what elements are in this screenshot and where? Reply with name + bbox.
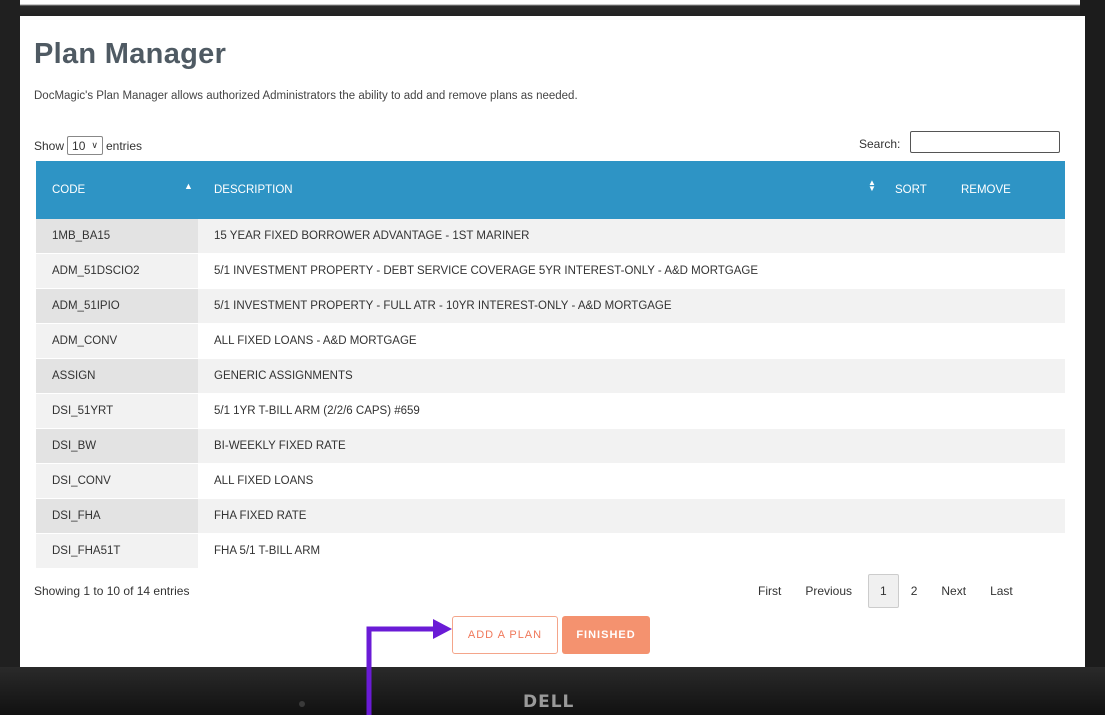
table-row[interactable]: DSI_BW BI-WEEKLY FIXED RATE: [36, 429, 1065, 464]
cell-code: ASSIGN: [36, 359, 198, 393]
plans-table: CODE ▲ DESCRIPTION ▲ ▼ SORT REMOVE 1MB_BA…: [36, 161, 1065, 569]
last-page-button[interactable]: Last: [978, 575, 1025, 607]
table-row[interactable]: DSI_FHA FHA FIXED RATE: [36, 499, 1065, 534]
cell-code: DSI_CONV: [36, 464, 198, 498]
pagination: First Previous 1 2 Next Last: [746, 574, 1025, 608]
table-header: CODE ▲ DESCRIPTION ▲ ▼ SORT REMOVE: [36, 161, 1065, 219]
search-input[interactable]: [910, 131, 1060, 153]
screen: Plan Manager DocMagic's Plan Manager all…: [20, 16, 1085, 667]
dell-logo: DELL: [523, 692, 575, 712]
laptop-bezel-top: [0, 0, 1105, 16]
table-info: Showing 1 to 10 of 14 entries: [34, 584, 190, 598]
table-body: 1MB_BA15 15 YEAR FIXED BORROWER ADVANTAGE…: [36, 219, 1065, 569]
cell-description: FHA 5/1 T-BILL ARM: [214, 545, 321, 557]
page-title: Plan Manager: [34, 38, 227, 70]
header-sort[interactable]: SORT: [895, 184, 927, 196]
cell-code: DSI_FHA: [36, 499, 198, 533]
cell-description: BI-WEEKLY FIXED RATE: [214, 440, 346, 452]
table-row[interactable]: DSI_FHA51T FHA 5/1 T-BILL ARM: [36, 534, 1065, 569]
page-subtitle: DocMagic's Plan Manager allows authorize…: [34, 90, 578, 102]
webcam: [299, 701, 305, 707]
cell-description: ALL FIXED LOANS - A&D MORTGAGE: [214, 335, 417, 347]
page-button-1[interactable]: 1: [868, 574, 899, 608]
cell-description: GENERIC ASSIGNMENTS: [214, 370, 353, 382]
first-page-button[interactable]: First: [746, 575, 793, 607]
cell-description: 15 YEAR FIXED BORROWER ADVANTAGE - 1ST M…: [214, 230, 530, 242]
length-control: Show 10 ∨ entries: [34, 136, 142, 155]
cell-code: DSI_FHA51T: [36, 534, 198, 568]
table-row[interactable]: ADM_51IPIO 5/1 INVESTMENT PROPERTY - FULL…: [36, 289, 1065, 324]
table-row[interactable]: ASSIGN GENERIC ASSIGNMENTS: [36, 359, 1065, 394]
entries-select[interactable]: 10 ∨: [67, 136, 103, 155]
cell-code: DSI_51YRT: [36, 394, 198, 428]
entries-select-value: 10: [72, 138, 86, 153]
cell-description: 5/1 INVESTMENT PROPERTY - DEBT SERVICE C…: [214, 265, 759, 277]
page-button-2[interactable]: 2: [899, 575, 930, 607]
add-plan-button[interactable]: ADD A PLAN: [452, 616, 558, 654]
header-description[interactable]: DESCRIPTION: [214, 184, 293, 196]
cell-code: ADM_CONV: [36, 324, 198, 358]
previous-page-button[interactable]: Previous: [793, 575, 864, 607]
laptop-bezel-left: [0, 0, 20, 715]
table-row[interactable]: ADM_CONV ALL FIXED LOANS - A&D MORTGAGE: [36, 324, 1065, 359]
table-row[interactable]: DSI_CONV ALL FIXED LOANS: [36, 464, 1065, 499]
next-page-button[interactable]: Next: [929, 575, 978, 607]
table-row[interactable]: DSI_51YRT 5/1 1YR T-BILL ARM (2/2/6 CAPS)…: [36, 394, 1065, 429]
cell-code: 1MB_BA15: [36, 219, 198, 253]
table-row[interactable]: 1MB_BA15 15 YEAR FIXED BORROWER ADVANTAGE…: [36, 219, 1065, 254]
cell-code: DSI_BW: [36, 429, 198, 463]
header-remove: REMOVE: [961, 184, 1011, 196]
table-row[interactable]: ADM_51DSCIO2 5/1 INVESTMENT PROPERTY - DE…: [36, 254, 1065, 289]
caret-up-icon[interactable]: ▲: [184, 181, 193, 191]
sort-icon[interactable]: ▲ ▼: [868, 179, 876, 193]
header-code[interactable]: CODE: [52, 184, 85, 196]
chevron-down-icon: ∨: [91, 140, 98, 150]
search-label: Search:: [859, 137, 901, 151]
cell-description: ALL FIXED LOANS: [214, 475, 314, 487]
cell-code: ADM_51DSCIO2: [36, 254, 198, 288]
show-label: Show: [34, 138, 65, 153]
cell-description: 5/1 1YR T-BILL ARM (2/2/6 CAPS) #659: [214, 405, 420, 417]
finished-button[interactable]: FINISHED: [562, 616, 650, 654]
cell-code: ADM_51IPIO: [36, 289, 198, 323]
entries-label: entries: [105, 138, 143, 153]
cell-description: 5/1 INVESTMENT PROPERTY - FULL ATR - 10Y…: [214, 300, 672, 312]
cell-description: FHA FIXED RATE: [214, 510, 307, 522]
